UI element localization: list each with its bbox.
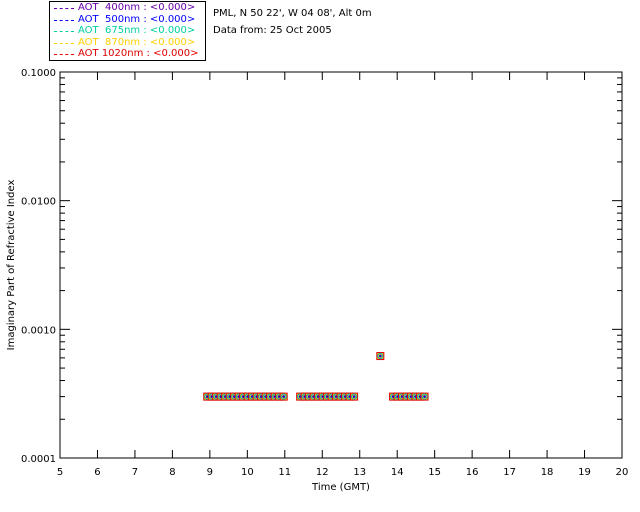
y-tick-label: 0.0001 [21, 454, 56, 465]
data-point-dot [379, 354, 382, 358]
data-markers [203, 352, 429, 401]
x-tick-label: 7 [132, 467, 138, 478]
data-point-dot [423, 395, 426, 398]
data-point-dot [352, 395, 356, 398]
y-axis-label: Imaginary Part of Refractive Index [6, 180, 17, 351]
x-tick-label: 10 [241, 467, 254, 478]
x-tick-label: 6 [94, 467, 100, 478]
x-tick-label: 19 [578, 467, 591, 478]
x-tick-label: 15 [428, 467, 441, 478]
y-tick-label: 0.0100 [21, 197, 56, 208]
x-tick-label: 20 [616, 467, 629, 478]
x-tick-label: 18 [541, 467, 554, 478]
chart: 5 6 7 8 9 10 11 12 13 14 15 16 17 18 19 20 0.0001 0.0010… [6, 68, 629, 493]
x-tick-label: 5 [57, 467, 63, 478]
x-tick-label: 9 [207, 467, 213, 478]
x-tick-label: 11 [278, 467, 291, 478]
x-axis: 5 6 7 8 9 10 11 12 13 14 15 16 17 18 19 20 [57, 72, 629, 478]
y-axis: 0.0001 0.0010 0.0100 0.1000 [21, 68, 622, 465]
x-tick-label: 16 [466, 467, 479, 478]
y-tick-label: 0.1000 [21, 68, 56, 79]
x-tick-label: 8 [169, 467, 175, 478]
x-tick-label: 17 [503, 467, 516, 478]
data-point-dot [282, 395, 285, 398]
y-tick-label: 0.0010 [21, 325, 56, 336]
x-axis-label: Time (GMT) [311, 482, 370, 493]
x-tick-label: 14 [391, 467, 404, 478]
x-tick-label: 12 [316, 467, 329, 478]
x-tick-label: 13 [353, 467, 366, 478]
